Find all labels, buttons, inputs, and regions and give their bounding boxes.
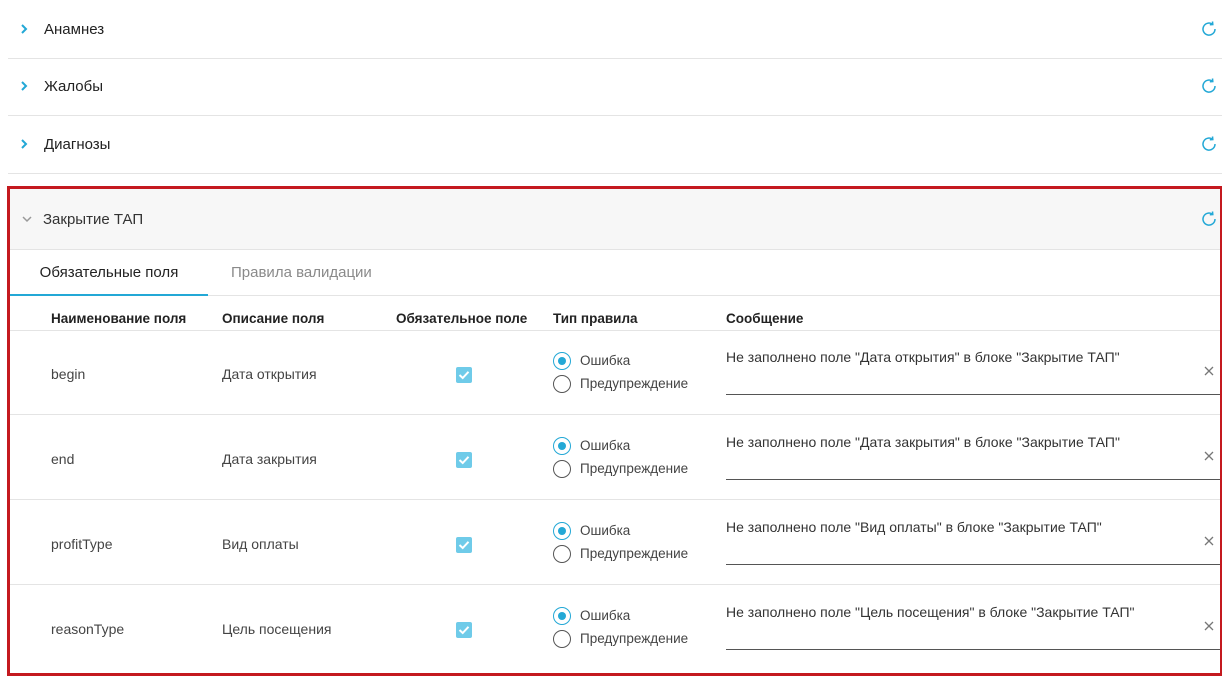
section-title: Анамнез: [44, 20, 105, 38]
section-complaints[interactable]: Жалобы: [8, 57, 1222, 116]
section-anamnesis[interactable]: Анамнез: [8, 0, 1222, 59]
chevron-right-icon: [21, 24, 28, 34]
section-title: Диагнозы: [44, 135, 111, 153]
refresh-icon[interactable]: [1200, 135, 1218, 153]
refresh-icon[interactable]: [1200, 20, 1218, 38]
section-diagnoses[interactable]: Диагнозы: [8, 115, 1222, 174]
refresh-icon[interactable]: [1200, 77, 1218, 95]
highlight-frame: [7, 186, 1222, 676]
chevron-right-icon: [21, 139, 28, 149]
section-title: Жалобы: [44, 77, 103, 95]
chevron-right-icon: [21, 81, 28, 91]
